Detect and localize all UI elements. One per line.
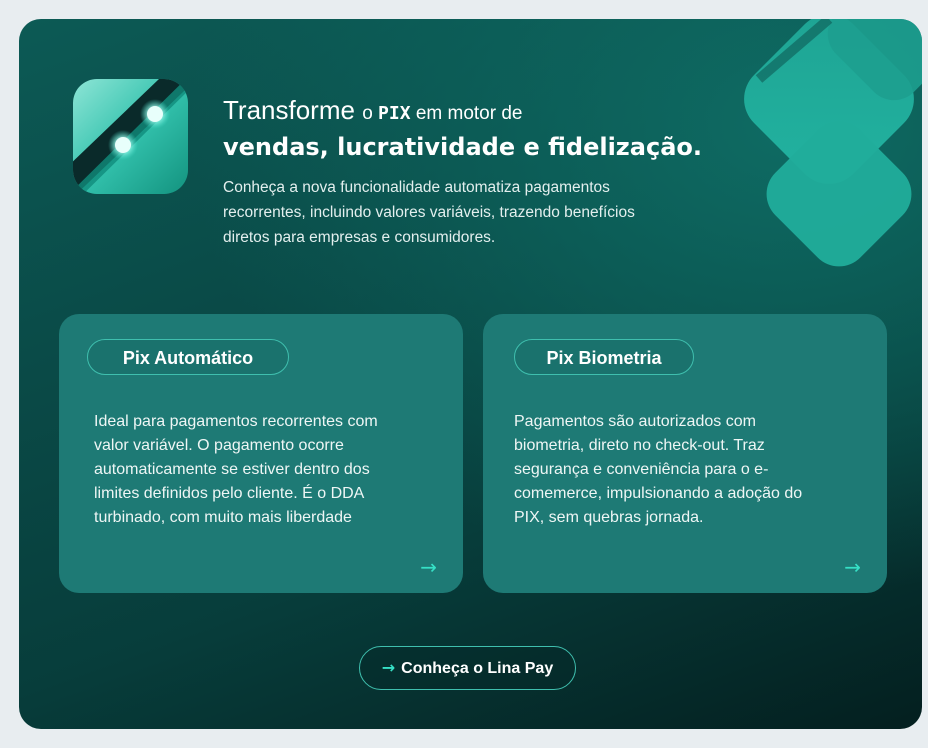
card-title: Pix Biometria	[514, 339, 694, 375]
arrow-right-icon[interactable]: →	[420, 555, 437, 579]
arrow-right-icon: →	[381, 658, 396, 677]
cta-button[interactable]: → Conheça o Lina Pay	[359, 646, 576, 690]
headline-line-2: vendas, lucratividade e fidelização.	[223, 133, 702, 161]
pix-app-icon	[73, 79, 188, 194]
card-pix-automatico[interactable]: Pix Automático Ideal para pagamentos rec…	[59, 314, 463, 593]
headline: Transforme o PIX em motor de vendas, luc…	[223, 95, 702, 163]
headline-line-1: Transforme o PIX em motor de	[223, 95, 702, 129]
card-description: Pagamentos são autorizados com biometria…	[514, 413, 803, 526]
promo-panel: Transforme o PIX em motor de vendas, luc…	[19, 19, 922, 729]
headline-text: Transforme	[223, 95, 363, 125]
card-pix-biometria[interactable]: Pix Biometria Pagamentos são autorizados…	[483, 314, 887, 593]
cta-label: Conheça o Lina Pay	[401, 660, 554, 677]
headline-text: o	[362, 103, 379, 124]
pix-logo-decoration	[744, 19, 922, 267]
arrow-right-icon[interactable]: →	[844, 555, 861, 579]
intro-text: Conheça a nova funcionalidade automatiza…	[223, 179, 635, 246]
card-title: Pix Automático	[87, 339, 289, 375]
card-description: Ideal para pagamentos recorrentes com va…	[94, 413, 378, 526]
headline-text: em motor de	[410, 103, 523, 124]
headline-pix: PIX	[378, 103, 411, 124]
